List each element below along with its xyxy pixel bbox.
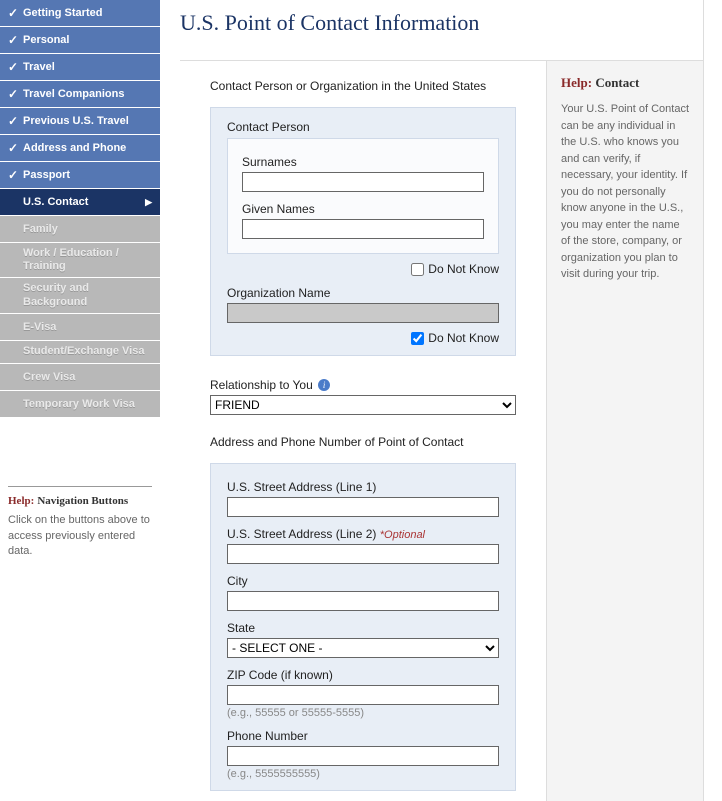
street-address-line2-input[interactable] [227,544,499,564]
contact-person-do-not-know-label: Do Not Know [428,262,499,276]
contact-person-title: Contact Person [227,120,499,134]
sidebar-item-label: Security and Background [23,282,152,308]
section-heading-address: Address and Phone Number of Point of Con… [210,435,516,449]
sidebar-item-label: U.S. Contact [23,196,88,208]
left-help-box: Help: Navigation Buttons Click on the bu… [0,478,160,567]
given-names-label: Given Names [242,202,484,216]
surnames-label: Surnames [242,155,484,169]
sidebar-item-crew-visa[interactable]: ✓Crew Visa [0,364,160,391]
surnames-input[interactable] [242,172,484,192]
street-address-line1-label: U.S. Street Address (Line 1) [227,480,499,494]
sidebar: ✓Getting Started ✓Personal ✓Travel ✓Trav… [0,0,160,801]
contact-person-panel: Contact Person Surnames Given Names Do N… [210,107,516,356]
page-title: U.S. Point of Contact Information [160,0,722,60]
help-topic: Contact [595,75,639,90]
sidebar-item-label: Student/Exchange Visa [23,345,144,358]
sidebar-item-label: Crew Visa [23,371,75,383]
help-topic: Navigation Buttons [37,495,128,507]
check-icon: ✓ [8,168,21,182]
section-heading-contact: Contact Person or Organization in the Un… [210,79,516,93]
sidebar-item-label: Work / Education / Training [23,247,152,273]
contact-person-do-not-know-checkbox[interactable] [411,263,424,276]
sidebar-item-label: E-Visa [23,321,56,333]
state-label: State [227,621,499,635]
city-input[interactable] [227,591,499,611]
sidebar-item-label: Travel [23,61,55,73]
sidebar-item-label: Address and Phone [23,142,126,154]
phone-input[interactable] [227,746,499,766]
organization-do-not-know-label: Do Not Know [428,331,499,345]
sidebar-item-student-exchange-visa[interactable]: ✓Student/Exchange Visa [0,341,160,364]
sidebar-item-temporary-work-visa[interactable]: ✓Temporary Work Visa [0,391,160,418]
sidebar-item-previous-us-travel[interactable]: ✓Previous U.S. Travel [0,108,160,135]
check-icon: ✓ [8,60,21,74]
check-icon: ✓ [8,114,21,128]
sidebar-item-security-and-background[interactable]: ✓Security and Background [0,278,160,313]
street-address-line2-label: U.S. Street Address (Line 2) *Optional [227,527,499,541]
street-address-line1-input[interactable] [227,497,499,517]
state-select[interactable]: - SELECT ONE - [227,638,499,658]
relationship-label: Relationship to You [210,378,313,392]
sidebar-item-work-education-training[interactable]: ✓Work / Education / Training [0,243,160,278]
zip-label: ZIP Code (if known) [227,668,499,682]
city-label: City [227,574,499,588]
optional-tag: *Optional [380,529,425,541]
check-icon: ✓ [8,33,21,47]
sidebar-item-address-and-phone[interactable]: ✓Address and Phone [0,135,160,162]
sidebar-item-e-visa[interactable]: ✓E-Visa [0,314,160,341]
help-body: Your U.S. Point of Contact can be any in… [561,101,690,283]
form-area: Contact Person or Organization in the Un… [180,61,546,801]
check-icon: ✓ [8,6,21,20]
zip-input[interactable] [227,685,499,705]
sidebar-item-us-contact[interactable]: ✓U.S. Contact [0,189,160,216]
help-body: Click on the buttons above to access pre… [8,513,152,559]
phone-hint: (e.g., 5555555555) [227,768,499,780]
sidebar-item-label: Getting Started [23,7,102,19]
right-help-panel: Help: Contact Your U.S. Point of Contact… [546,61,704,801]
sidebar-item-label: Previous U.S. Travel [23,115,129,127]
help-label: Help: [8,495,34,507]
sidebar-item-family[interactable]: ✓Family [0,216,160,243]
zip-hint: (e.g., 55555 or 55555-5555) [227,707,499,719]
sidebar-item-label: Temporary Work Visa [23,398,135,410]
organization-do-not-know-checkbox[interactable] [411,332,424,345]
sidebar-item-label: Passport [23,169,70,181]
check-icon: ✓ [8,141,21,155]
sidebar-item-label: Personal [23,34,69,46]
sidebar-item-label: Travel Companions [23,88,124,100]
street-address-line2-label-text: U.S. Street Address (Line 2) [227,527,376,541]
given-names-input[interactable] [242,219,484,239]
sidebar-item-travel[interactable]: ✓Travel [0,54,160,81]
divider [8,486,152,487]
address-panel: U.S. Street Address (Line 1) U.S. Street… [210,463,516,791]
info-icon[interactable]: i [318,379,330,391]
sidebar-item-getting-started[interactable]: ✓Getting Started [0,0,160,27]
check-icon: ✓ [8,87,21,101]
organization-name-label: Organization Name [227,286,499,300]
sidebar-item-label: Family [23,223,58,235]
sidebar-item-personal[interactable]: ✓Personal [0,27,160,54]
phone-label: Phone Number [227,729,499,743]
help-label: Help: [561,75,592,90]
sidebar-item-travel-companions[interactable]: ✓Travel Companions [0,81,160,108]
organization-name-input [227,303,499,323]
sidebar-item-passport[interactable]: ✓Passport [0,162,160,189]
relationship-select[interactable]: FRIEND [210,395,516,415]
